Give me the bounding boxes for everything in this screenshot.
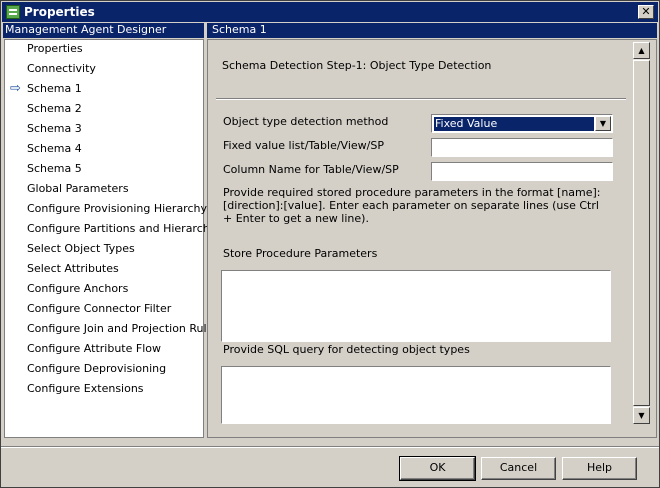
nav-item-properties[interactable]: Properties: [27, 40, 83, 58]
detection-method-label: Object type detection method: [223, 115, 389, 128]
scroll-down-icon[interactable]: ▼: [633, 407, 650, 424]
nav-item-configure-extensions[interactable]: Configure Extensions: [27, 380, 144, 398]
detection-method-select[interactable]: Fixed Value ▼: [431, 114, 613, 133]
nav-item-configure-attribute-flow[interactable]: Configure Attribute Flow: [27, 340, 161, 358]
form-divider: [216, 98, 626, 100]
chevron-down-icon[interactable]: ▼: [595, 116, 611, 131]
nav-item-configure-partitions[interactable]: Configure Partitions and Hierarchies: [27, 220, 225, 238]
nav-item-schema-4[interactable]: Schema 4: [27, 140, 82, 158]
scroll-up-icon[interactable]: ▲: [633, 42, 650, 59]
sql-query-label: Provide SQL query for detecting object t…: [223, 343, 470, 356]
sp-params-instructions: Provide required stored procedure parame…: [223, 186, 601, 225]
sp-params-textarea[interactable]: [221, 270, 611, 342]
nav-item-configure-anchors[interactable]: Configure Anchors: [27, 280, 128, 298]
nav-item-schema-1[interactable]: Schema 1: [27, 80, 82, 98]
nav-item-configure-connector-filter[interactable]: Configure Connector Filter: [27, 300, 171, 318]
nav-item-configure-provisioning-hierarchy[interactable]: Configure Provisioning Hierarchy: [27, 200, 207, 218]
nav-item-schema-2[interactable]: Schema 2: [27, 100, 82, 118]
sp-params-label: Store Procedure Parameters: [223, 247, 378, 260]
sql-query-textarea[interactable]: [221, 366, 611, 424]
nav-item-select-object-types[interactable]: Select Object Types: [27, 240, 135, 258]
window-title: Properties: [24, 5, 95, 19]
ok-button[interactable]: OK: [399, 456, 476, 481]
nav-item-configure-deprovisioning[interactable]: Configure Deprovisioning: [27, 360, 166, 378]
active-item-arrow-icon: ⇨: [10, 81, 21, 96]
form-scrollbar[interactable]: ▲ ▼: [633, 42, 650, 424]
right-panel-header: Schema 1: [207, 23, 657, 38]
schema-form-content: Schema Detection Step-1: Object Type Det…: [208, 40, 632, 437]
left-panel-header: Management Agent Designer: [3, 23, 204, 38]
properties-window: Properties ✕ Management Agent Designer ⇨…: [0, 0, 660, 488]
properties-app-icon: [6, 5, 20, 19]
fixed-value-input[interactable]: [431, 138, 613, 157]
nav-item-global-parameters[interactable]: Global Parameters: [27, 180, 129, 198]
close-button[interactable]: ✕: [638, 5, 654, 19]
scrollbar-thumb[interactable]: [633, 60, 650, 406]
fixed-value-label: Fixed value list/Table/View/SP: [223, 139, 384, 152]
designer-nav-list: ⇨ Properties Connectivity Schema 1 Schem…: [4, 39, 225, 438]
nav-item-select-attributes[interactable]: Select Attributes: [27, 260, 119, 278]
title-bar: Properties ✕: [2, 2, 658, 22]
cancel-button[interactable]: Cancel: [481, 457, 556, 480]
help-button[interactable]: Help: [562, 457, 637, 480]
detection-method-selected-value: Fixed Value: [434, 117, 594, 131]
nav-item-connectivity[interactable]: Connectivity: [27, 60, 96, 78]
schema-form-panel: Schema Detection Step-1: Object Type Det…: [207, 39, 657, 438]
column-name-label: Column Name for Table/View/SP: [223, 163, 399, 176]
nav-item-configure-join-projection[interactable]: Configure Join and Projection Rules: [27, 320, 219, 338]
nav-item-schema-3[interactable]: Schema 3: [27, 120, 82, 138]
step-title: Schema Detection Step-1: Object Type Det…: [222, 59, 492, 72]
column-name-input[interactable]: [431, 162, 613, 181]
footer-divider: [1, 446, 659, 448]
nav-item-schema-5[interactable]: Schema 5: [27, 160, 82, 178]
